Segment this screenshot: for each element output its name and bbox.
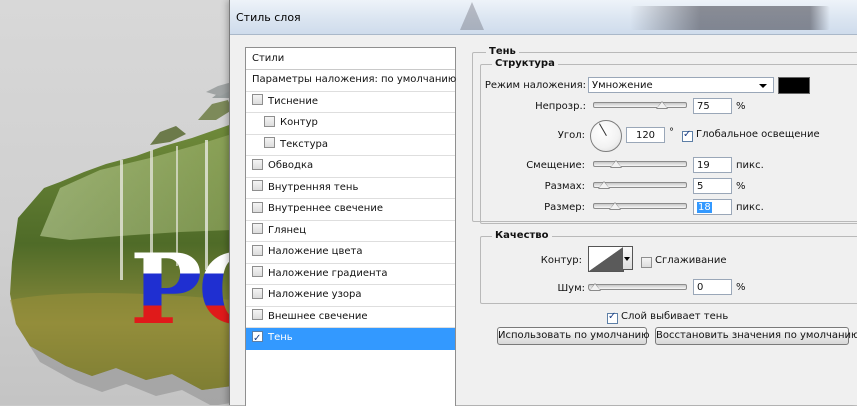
size-input[interactable]: 18 [693, 199, 732, 215]
blend-mode-select[interactable]: Умножение [588, 77, 774, 93]
chevron-down-icon [759, 84, 767, 88]
styles-list-item[interactable]: Тень [246, 328, 455, 350]
size-slider-thumb[interactable] [608, 202, 621, 210]
dialog-title: Стиль слоя [236, 11, 301, 24]
angle-dial[interactable] [590, 120, 622, 152]
spread-label: Размах: [544, 181, 585, 192]
styles-list-item-label: Тень [268, 332, 293, 343]
noise-unit: % [736, 282, 746, 293]
styles-list-item-label: Внешнее свечение [268, 310, 368, 322]
styles-list-item[interactable]: Наложение цвета [246, 242, 455, 264]
antialias-checkbox[interactable] [641, 257, 652, 268]
canvas-letters: РО [130, 242, 232, 338]
styles-list-item[interactable]: Наложение узора [246, 285, 455, 307]
antialias-label[interactable]: Сглаживание [655, 255, 726, 266]
size-label: Размер: [544, 202, 585, 213]
opacity-slider[interactable] [593, 101, 687, 109]
angle-label: Угол: [557, 130, 585, 141]
noise-slider[interactable] [588, 283, 687, 291]
knockout-label[interactable]: Слой выбивает тень [621, 311, 728, 322]
styles-list-item[interactable]: Внутреннее свечение [246, 199, 455, 221]
distance-label: Смещение: [526, 160, 585, 171]
size-unit: пикс. [736, 202, 764, 213]
style-checkbox[interactable] [252, 94, 263, 105]
styles-list-item[interactable]: Текстура [246, 135, 455, 156]
opacity-unit: % [736, 101, 746, 112]
style-checkbox[interactable] [252, 329, 263, 349]
style-checkbox[interactable] [264, 115, 275, 127]
blend-mode-value: Умножение [592, 80, 653, 91]
contour-dropdown-button[interactable] [623, 246, 633, 270]
opacity-input[interactable]: 75 [693, 98, 732, 114]
contour-preview[interactable] [588, 246, 624, 272]
structure-group-title: Структура [492, 58, 558, 69]
style-checkbox[interactable] [252, 223, 263, 234]
distance-input[interactable]: 19 [693, 157, 732, 173]
styles-list-item-label: Текстура [280, 138, 329, 150]
dialog-titlebar[interactable]: Стиль слоя [230, 0, 857, 35]
global-light-label[interactable]: Глобальное освещение [696, 129, 820, 140]
quality-group-title: Качество [492, 230, 552, 241]
size-slider[interactable] [593, 202, 687, 210]
styles-list-item[interactable]: Обводка [246, 156, 455, 178]
styles-list-item-label: Наложение узора [268, 289, 362, 300]
styles-list-item-label: Внутреннее свечение [268, 203, 383, 214]
layer-style-dialog: Стиль слоя Стили Параметры наложения: по… [229, 0, 857, 406]
spread-slider[interactable] [593, 181, 687, 189]
styles-list-item-label: Контур [280, 117, 318, 128]
styles-list-item[interactable]: Внешнее свечение [246, 307, 455, 328]
angle-unit: ° [669, 127, 674, 138]
style-checkbox[interactable] [252, 201, 263, 213]
styles-list-item-label: Обводка [268, 160, 314, 171]
styles-list-item-label: Внутренняя тень [268, 181, 359, 193]
document-canvas: РО РО [0, 0, 232, 405]
shadow-group-title: Тень [486, 46, 519, 57]
quality-group [480, 236, 857, 304]
spread-input[interactable]: 5 [693, 178, 732, 194]
knockout-checkbox[interactable] [607, 311, 618, 324]
make-default-button[interactable]: Использовать по умолчанию [497, 327, 650, 345]
spread-unit: % [736, 181, 746, 192]
size-input-selected-text: 18 [697, 202, 712, 213]
styles-list: Стили Параметры наложения: по умолчанию Т… [245, 47, 456, 406]
style-checkbox[interactable] [252, 266, 263, 277]
styles-list-item-label: Параметры наложения: по умолчанию [252, 74, 457, 85]
styles-list-item[interactable]: Параметры наложения: по умолчанию [246, 70, 457, 92]
blend-mode-label: Режим наложения: [484, 80, 586, 91]
titlebar-decoration [460, 2, 484, 30]
opacity-slider-thumb[interactable] [655, 101, 668, 109]
distance-slider-thumb[interactable] [609, 160, 622, 168]
shadow-color-swatch[interactable] [778, 77, 810, 94]
global-light-checkbox[interactable] [682, 129, 693, 142]
style-checkbox[interactable] [252, 309, 263, 320]
styles-list-item-label: Тиснение [268, 95, 318, 107]
styles-list-header[interactable]: Стили [246, 48, 455, 70]
style-checkbox[interactable] [252, 287, 263, 299]
noise-input[interactable]: 0 [693, 279, 732, 295]
styles-list-item[interactable]: Наложение градиента [246, 264, 455, 285]
style-checkbox[interactable] [264, 137, 275, 148]
style-checkbox[interactable] [252, 158, 263, 170]
styles-list-item[interactable]: Тиснение [246, 92, 455, 113]
angle-needle [599, 123, 607, 136]
spread-slider-thumb[interactable] [598, 181, 611, 189]
reset-default-button[interactable]: Восстановить значения по умолчанию [655, 327, 857, 345]
styles-list-item-label: Наложение градиента [268, 267, 388, 279]
styles-list-item[interactable]: Контур [246, 113, 455, 135]
styles-list-item[interactable]: Внутренняя тень [246, 178, 455, 199]
style-checkbox[interactable] [252, 180, 263, 191]
linear-contour-icon [589, 247, 623, 271]
noise-slider-thumb[interactable] [589, 283, 601, 291]
distance-slider[interactable] [593, 160, 687, 168]
angle-input[interactable]: 120 [626, 127, 665, 143]
style-checkbox[interactable] [252, 244, 263, 256]
contour-label: Контур: [540, 255, 582, 266]
styles-list-item-label: Глянец [268, 224, 307, 236]
styles-list-item[interactable]: Глянец [246, 221, 455, 242]
opacity-label: Непрозр.: [535, 101, 586, 112]
styles-list-item-label: Наложение цвета [268, 246, 363, 257]
titlebar-decoration-band [630, 6, 830, 30]
distance-unit: пикс. [736, 160, 764, 171]
noise-label: Шум: [557, 283, 585, 294]
